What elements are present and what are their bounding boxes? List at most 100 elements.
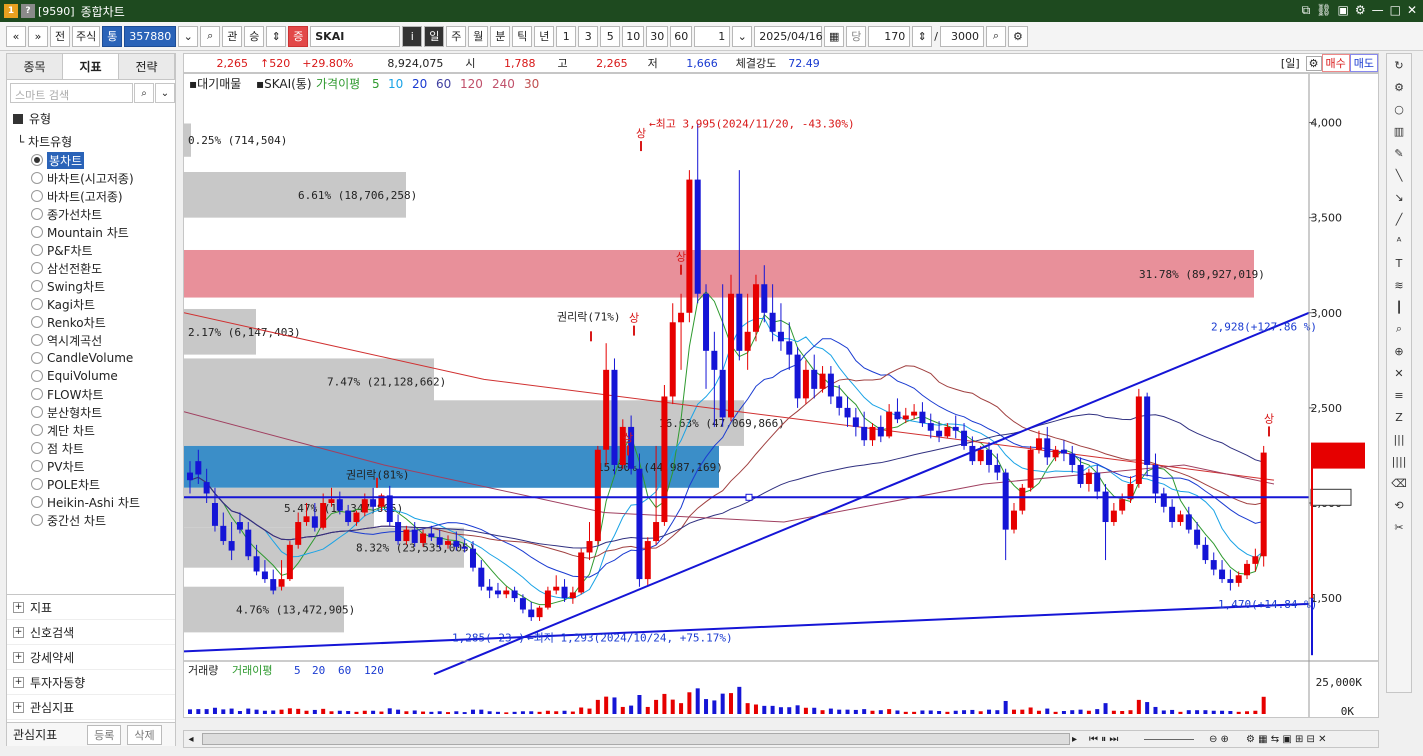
dropdown-button[interactable]: » <box>28 25 48 47</box>
interval-60-button[interactable]: 60 <box>670 25 693 47</box>
chart-area[interactable]: ▪대기매물 ▪SKAI(통) 가격이평 5 10 20 60 120 240 30 0.25%… <box>183 73 1379 718</box>
radio-icon[interactable] <box>31 244 43 256</box>
tree-type-header[interactable]: 유형 <box>13 110 51 127</box>
radio-icon[interactable] <box>31 424 43 436</box>
radio-icon[interactable] <box>31 406 43 418</box>
radio-icon[interactable] <box>31 514 43 526</box>
updown-spinner-icon[interactable]: ⇕ <box>266 25 287 47</box>
smart-search-input[interactable]: 스마트 검색 <box>10 83 133 103</box>
chart-type-item[interactable]: P&F차트 <box>31 241 140 259</box>
scissors-icon[interactable]: ✂ <box>1387 516 1411 538</box>
zoom-icon[interactable]: ⌕ <box>1387 318 1411 340</box>
view-count-spinner-icon[interactable]: ⇕ <box>912 25 933 47</box>
chart-type-item[interactable]: Mountain 차트 <box>31 223 140 241</box>
period-minute-button[interactable]: 분 <box>490 25 511 47</box>
info-button[interactable]: i <box>402 25 423 47</box>
chart-type-item[interactable]: 계단 차트 <box>31 421 140 439</box>
chart-type-item[interactable]: Heikin-Ashi 차트 <box>31 493 140 511</box>
quote-settings-icon[interactable]: ⚙ <box>1305 55 1322 71</box>
radio-icon[interactable] <box>31 370 43 382</box>
chart-type-item[interactable]: FLOW차트 <box>31 385 140 403</box>
chart-scrollbar[interactable] <box>202 733 1070 745</box>
radio-icon[interactable] <box>31 154 43 166</box>
close-icon[interactable]: ✕ <box>1407 3 1417 18</box>
settings-icon[interactable]: ⚙ <box>1355 3 1366 18</box>
maximize-icon[interactable]: □ <box>1390 3 1401 18</box>
radio-icon[interactable] <box>31 388 43 400</box>
period-day-button[interactable]: 일 <box>424 25 445 47</box>
zoom-search-icon[interactable]: ⌕ <box>985 25 1006 47</box>
period-year-button[interactable]: 년 <box>534 25 555 47</box>
bars-icon[interactable]: ||| <box>1387 428 1411 450</box>
chart-type-item[interactable]: Kagi차트 <box>31 295 140 313</box>
expand-icon[interactable]: + <box>13 701 24 713</box>
chart-type-folder[interactable]: └ 차트유형 <box>17 133 72 150</box>
date-input[interactable]: 2025/04/16 <box>754 25 823 47</box>
interval-5-button[interactable]: 5 <box>600 25 621 47</box>
expand-icon[interactable]: + <box>13 676 24 688</box>
radio-icon[interactable] <box>31 478 43 490</box>
chart-type-item[interactable]: Renko차트 <box>31 313 140 331</box>
period-week-button[interactable]: 주 <box>446 25 467 47</box>
chart-type-item[interactable]: PV차트 <box>31 457 140 475</box>
pen-icon[interactable]: ✎ <box>1387 142 1411 164</box>
chart-svg[interactable]: ▪대기매물 ▪SKAI(통) 가격이평 5 10 20 60 120 240 30 0.25%… <box>184 74 1379 718</box>
radio-icon[interactable] <box>31 352 43 364</box>
circle-icon[interactable]: ○ <box>1387 98 1411 120</box>
zoom-slider[interactable] <box>1144 738 1194 740</box>
chart-type-item[interactable]: 중간선 차트 <box>31 511 140 529</box>
new-window-icon[interactable]: ⧉ <box>1302 3 1311 18</box>
expand-icon[interactable]: + <box>13 626 24 638</box>
interval-30-button[interactable]: 30 <box>646 25 669 47</box>
seung-button[interactable]: 승 <box>244 25 265 47</box>
print-icon[interactable]: ▣ <box>1337 3 1348 18</box>
chart-type-item[interactable]: 점 차트 <box>31 439 140 457</box>
bars2-icon[interactable]: |||| <box>1387 450 1411 472</box>
tree-folder-item[interactable]: + 지표 <box>7 595 175 620</box>
scroll-right-icon[interactable]: ▸ <box>1072 734 1077 745</box>
tree-folder-item[interactable]: + 강세약세 <box>7 645 175 670</box>
minimize-icon[interactable]: — <box>1372 3 1384 18</box>
fav-add-button[interactable]: 등록 <box>87 724 122 745</box>
chart-type-item[interactable]: POLE차트 <box>31 475 140 493</box>
eraser-icon[interactable]: ⌫ <box>1387 472 1411 494</box>
tab-indicator[interactable]: 지표 <box>63 54 119 79</box>
chart-type-item[interactable]: 바차트(고저종) <box>31 187 140 205</box>
tree-folder-item[interactable]: + 신호검색 <box>7 620 175 645</box>
count-input[interactable]: 1 <box>694 25 731 47</box>
radio-icon[interactable] <box>31 208 43 220</box>
stair-icon[interactable]: ≡ <box>1387 384 1411 406</box>
tab-strategy[interactable]: 전략 <box>119 54 175 79</box>
fib-icon[interactable]: ≋ <box>1387 274 1411 296</box>
ray-tool-icon[interactable]: ↘ <box>1387 186 1411 208</box>
dang-button[interactable]: 당 <box>846 25 867 47</box>
chart-type-item[interactable]: 종가선차트 <box>31 205 140 223</box>
tong-button[interactable]: 통 <box>102 25 123 47</box>
interval-10-button[interactable]: 10 <box>622 25 645 47</box>
radio-icon[interactable] <box>31 460 43 472</box>
expand-icon[interactable]: + <box>13 601 24 613</box>
code-dropdown-icon[interactable]: ⌄ <box>178 25 199 47</box>
rotate-icon[interactable]: ⟲ <box>1387 494 1411 516</box>
fav-delete-button[interactable]: 삭제 <box>127 724 162 745</box>
tree-folder-item[interactable]: + 관심지표 <box>7 695 175 720</box>
link-icon[interactable]: ⛓ <box>1316 3 1331 18</box>
period-month-button[interactable]: 월 <box>468 25 489 47</box>
count-dropdown-icon[interactable]: ⌄ <box>732 25 753 47</box>
candle-tool-icon[interactable]: ┃ <box>1387 296 1411 318</box>
radio-icon[interactable] <box>31 316 43 328</box>
gear-icon[interactable]: ⚙ <box>1387 76 1411 98</box>
jeon-button[interactable]: 전 <box>50 25 70 47</box>
stock-code-input[interactable]: 357880 <box>124 25 177 47</box>
radio-icon[interactable] <box>31 334 43 346</box>
chart-type-item[interactable]: CandleVolume <box>31 349 140 367</box>
playback-controls[interactable]: ⏮ ⏸ ⏭ <box>1089 734 1118 745</box>
radio-icon[interactable] <box>31 298 43 310</box>
search-icon[interactable]: ⌕ <box>200 25 221 47</box>
interval-1-button[interactable]: 1 <box>556 25 577 47</box>
calendar-icon[interactable]: ▦ <box>824 25 845 47</box>
line-tool-icon[interactable]: ╲ <box>1387 164 1411 186</box>
text-icon[interactable]: T <box>1387 252 1411 274</box>
radio-icon[interactable] <box>31 190 43 202</box>
sell-button[interactable]: 매도 <box>1349 54 1378 72</box>
